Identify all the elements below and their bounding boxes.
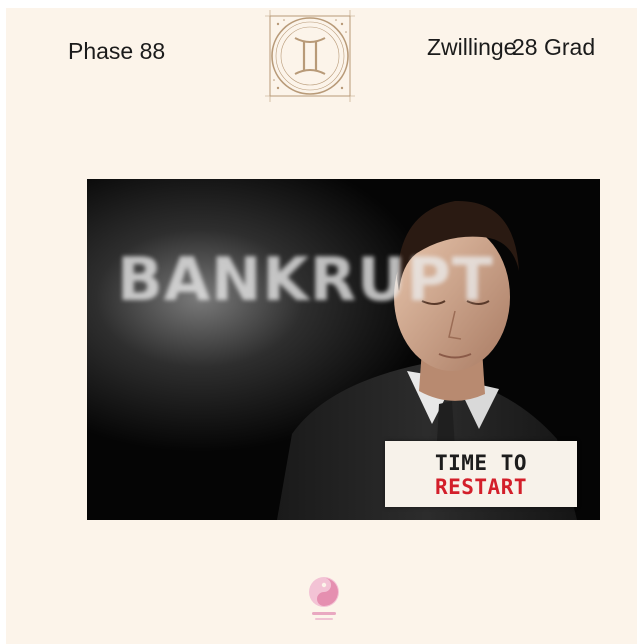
brand-logo-icon	[306, 574, 342, 624]
zodiac-sign-label: Zwillinge	[427, 34, 517, 60]
caption-line-1: TIME TO	[434, 451, 527, 475]
page-card: Phase 88 Zwillinge 28 Grad BANKRUPT TIME…	[6, 8, 637, 644]
time-to-restart-caption: TIME TO RESTART	[385, 441, 577, 507]
bankrupt-background-text: BANKRUPT	[117, 245, 494, 315]
gemini-zodiac-icon	[262, 8, 358, 104]
bankrupt-photo: BANKRUPT TIME TO RESTART	[87, 179, 600, 520]
phase-label: Phase 88	[68, 38, 166, 64]
degree-label: 28 Grad	[512, 34, 596, 60]
caption-line-2: RESTART	[434, 475, 527, 499]
